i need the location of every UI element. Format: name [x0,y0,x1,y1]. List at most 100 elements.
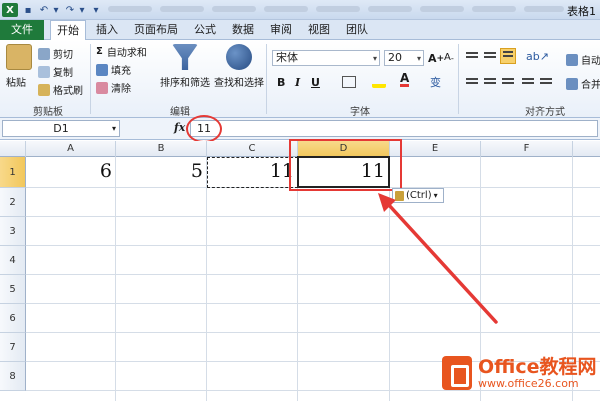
sort-filter-button[interactable]: 排序和筛选 [160,74,210,89]
save-icon[interactable]: ▪ [22,3,34,17]
column-header-e[interactable]: E [390,141,481,157]
copy-button[interactable]: 复制 [38,64,73,79]
column-header-c[interactable]: C [207,141,298,157]
row-header-7[interactable]: 7 [0,333,26,362]
redo-dropdown-icon[interactable]: ▾ [78,3,86,17]
cell-b1[interactable]: 5 [116,160,203,182]
paste-options-label: (Ctrl) [406,190,432,201]
undo-icon[interactable]: ↶ [38,3,50,17]
cell-a1[interactable]: 6 [26,160,112,182]
blurred-title-segment [160,6,204,12]
wrap-text-button[interactable]: 自动 [566,52,600,67]
font-group-label: 字体 [350,107,370,118]
grid-line [26,245,600,246]
decrease-indent-icon[interactable] [522,78,534,88]
blurred-title-segment [264,6,308,12]
tab-home[interactable]: 开始 [50,20,86,41]
italic-button[interactable]: I [295,76,300,89]
align-right-icon[interactable] [502,78,514,88]
align-top-icon[interactable] [466,52,478,62]
row-header-4[interactable]: 4 [0,246,26,275]
format-painter-button[interactable]: 格式刷 [38,82,83,97]
binoculars-icon[interactable] [226,44,252,70]
column-header-f[interactable]: F [481,141,573,157]
borders-icon[interactable] [342,76,356,88]
formula-buttons: fx [124,120,186,137]
fill-color-icon[interactable] [372,74,386,88]
ribbon-separator [266,44,267,114]
font-name-value: 宋体 [276,51,298,64]
chevron-down-icon: ▾ [111,124,116,133]
align-middle-icon[interactable] [484,52,496,62]
underline-button[interactable]: U [311,76,320,89]
tab-page-layout[interactable]: 页面布局 [128,20,184,40]
copy-marquee [207,157,298,188]
align-center-icon[interactable] [484,78,496,88]
shrink-font-button[interactable]: A- [444,52,454,63]
fill-button[interactable]: 填充 [96,62,131,77]
font-size-value: 20 [388,51,402,64]
phonetic-guide-button[interactable]: 变 [430,74,441,90]
wrap-text-icon [566,53,578,66]
font-size-select[interactable]: 20 ▾ [384,50,424,66]
copy-label: 复制 [53,68,73,79]
grow-font-button[interactable]: A + [428,52,444,65]
merge-button[interactable]: 合并 [566,76,600,91]
column-header-a[interactable]: A [26,141,116,157]
font-name-select[interactable]: 宋体 ▾ [272,50,380,66]
increase-indent-icon[interactable] [540,78,552,88]
merge-icon [566,77,578,90]
autosum-button[interactable]: Σ 自动求和 [96,44,147,59]
tab-data[interactable]: 数据 [226,20,260,40]
sort-filter-icon[interactable] [172,44,198,70]
watermark-title: Office教程网 [478,356,597,378]
customize-quick-access-icon[interactable]: ▾ [92,3,100,17]
ribbon-separator [458,44,459,114]
chevron-down-icon: ▾ [433,191,438,200]
blurred-title-segment [316,6,360,12]
brush-icon [38,83,50,96]
insert-function-button[interactable]: fx [174,121,185,134]
tab-view[interactable]: 视图 [302,20,336,40]
format-painter-label: 格式刷 [53,86,83,97]
clipboard-icon [395,190,404,201]
grid-line [26,303,600,304]
clear-label: 清除 [111,84,131,95]
align-bottom-icon[interactable] [500,48,516,64]
select-all-button[interactable] [0,141,26,157]
blurred-title-segment [108,6,152,12]
watermark-url: www.office26.com [478,377,579,390]
tab-formulas[interactable]: 公式 [188,20,222,40]
tab-file[interactable]: 文件 [0,20,44,40]
tab-team[interactable]: 团队 [340,20,374,40]
row-header-5[interactable]: 5 [0,275,26,304]
tab-review[interactable]: 审阅 [264,20,298,40]
paste-button[interactable]: 粘贴 [6,74,26,89]
tab-insert[interactable]: 插入 [90,20,124,40]
name-box[interactable]: D1 ▾ [2,120,120,137]
row-header-1[interactable]: 1 [0,157,26,188]
fill-down-icon [96,63,108,76]
column-header-b[interactable]: B [116,141,207,157]
formula-input[interactable]: 11 [190,120,598,137]
orientation-icon[interactable]: ab↗ [526,50,549,63]
row-header-3[interactable]: 3 [0,217,26,246]
row-header-2[interactable]: 2 [0,188,26,217]
paste-icon[interactable] [6,44,32,70]
font-color-icon[interactable]: A [400,72,410,87]
find-select-button[interactable]: 查找和选择 [214,74,264,89]
merge-label: 合并 [581,80,600,91]
row-header-6[interactable]: 6 [0,304,26,333]
paste-options-button[interactable]: (Ctrl) ▾ [392,188,444,203]
fill-label: 填充 [111,66,131,77]
grid-line [26,332,600,333]
office-logo-icon [442,356,472,390]
undo-dropdown-icon[interactable]: ▾ [52,3,60,17]
redo-icon[interactable]: ↷ [64,3,76,17]
bold-button[interactable]: B [277,76,285,89]
row-header-8[interactable]: 8 [0,362,26,391]
clear-button[interactable]: 清除 [96,80,131,95]
cut-button[interactable]: 剪切 [38,46,73,61]
align-left-icon[interactable] [466,78,478,88]
eraser-icon [96,81,108,94]
